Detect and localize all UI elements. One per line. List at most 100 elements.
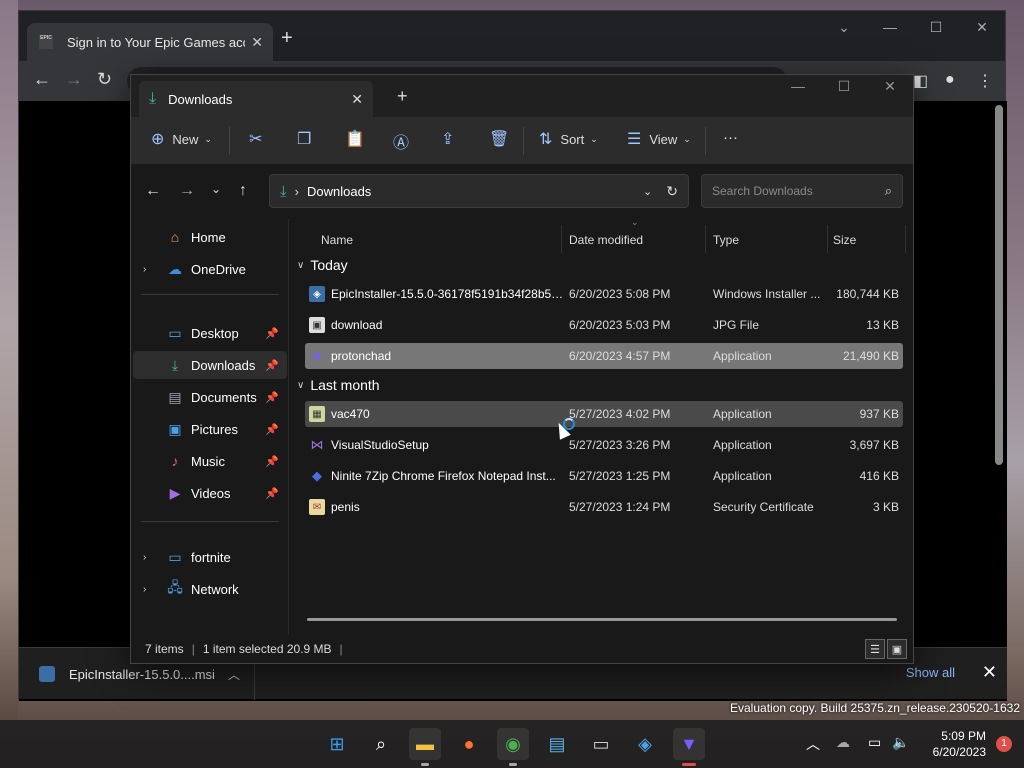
column-divider[interactable]: [905, 225, 906, 253]
browser-tab[interactable]: EPIC Sign in to Your Epic Games accou ✕: [27, 23, 273, 61]
forward-icon[interactable]: →: [65, 69, 83, 90]
notification-badge[interactable]: 1: [996, 736, 1012, 752]
menu-dots-icon[interactable]: ⋮: [977, 71, 993, 91]
close-tab-icon[interactable]: ✕: [351, 91, 363, 108]
volume-icon[interactable]: 🔈: [892, 734, 909, 751]
horizontal-scrollbar[interactable]: [307, 618, 897, 621]
back-icon[interactable]: ←: [145, 182, 161, 200]
nav-item-network[interactable]: › 🖧 Network: [133, 575, 287, 603]
minimize-icon[interactable]: —: [867, 11, 913, 43]
show-hidden-icons-chevron-icon[interactable]: ︿: [806, 734, 820, 754]
account-icon[interactable]: ●: [945, 71, 955, 89]
nav-item-home[interactable]: ⌂ Home: [133, 223, 287, 251]
nav-item-onedrive[interactable]: › ☁ OneDrive: [133, 255, 287, 283]
column-divider[interactable]: [827, 225, 828, 253]
start-icon[interactable]: ⊞: [321, 728, 353, 760]
chrome-icon[interactable]: ◉: [497, 728, 529, 766]
nav-label: Pictures: [191, 421, 238, 437]
close-window-icon[interactable]: ✕: [867, 75, 913, 97]
address-box[interactable]: ⤓ › Downloads ⌄ ↻: [269, 174, 689, 208]
network-icon[interactable]: ▭: [868, 734, 881, 751]
pin-icon[interactable]: 📌: [265, 423, 279, 436]
more-options-button[interactable]: ···: [723, 129, 738, 146]
search-input[interactable]: [712, 184, 885, 198]
delete-icon[interactable]: 🗑: [489, 129, 509, 149]
file-row-selected[interactable]: ▼ protonchad 6/20/2023 4:57 PM Applicati…: [305, 343, 903, 369]
proton-taskbar-icon[interactable]: ▼: [673, 728, 705, 766]
file-row[interactable]: ◈ EpicInstaller-15.5.0-36178f5191b34f28b…: [305, 281, 903, 307]
column-divider[interactable]: [705, 225, 706, 253]
close-tab-icon[interactable]: ✕: [251, 34, 263, 51]
cut-icon[interactable]: ✂: [249, 129, 262, 149]
view-button[interactable]: ☰ View ⌄: [627, 129, 691, 149]
clock[interactable]: 5:09 PM 6/20/2023: [933, 728, 986, 760]
explorer-tab[interactable]: ⤓ Downloads ✕: [139, 81, 373, 117]
details-view-icon[interactable]: ☰: [865, 639, 885, 659]
share-icon[interactable]: ⇪: [441, 129, 454, 149]
column-header-name[interactable]: Name: [321, 233, 353, 247]
new-tab-button[interactable]: +: [281, 27, 293, 50]
tab-search-icon[interactable]: ⌄: [821, 11, 867, 43]
expand-chevron-icon[interactable]: ›: [143, 584, 159, 595]
file-size: 13 KB: [866, 318, 899, 332]
column-divider[interactable]: [561, 225, 562, 253]
firefox-icon[interactable]: ●: [453, 728, 485, 760]
nav-item-videos[interactable]: ▶ Videos 📌: [133, 479, 287, 507]
sort-button[interactable]: ⇅ Sort ⌄: [539, 129, 598, 149]
expand-chevron-icon[interactable]: ›: [143, 264, 159, 275]
maximize-icon[interactable]: ☐: [913, 11, 959, 43]
refresh-icon[interactable]: ↻: [666, 183, 678, 200]
back-icon[interactable]: ←: [33, 69, 51, 90]
minimize-icon[interactable]: —: [775, 75, 821, 97]
show-all-link[interactable]: Show all: [906, 665, 955, 680]
file-row[interactable]: ⋈ VisualStudioSetup 5/27/2023 3:26 PM Ap…: [305, 432, 903, 458]
close-download-shelf-icon[interactable]: ✕: [982, 662, 997, 683]
forward-icon[interactable]: →: [179, 182, 195, 200]
file-row[interactable]: ✉ penis 5/27/2023 1:24 PM Security Certi…: [305, 494, 903, 520]
column-header-date[interactable]: Date modified: [569, 233, 643, 247]
nav-item-fortnite[interactable]: › ▭ fortnite: [133, 543, 287, 571]
pin-icon[interactable]: 📌: [265, 327, 279, 340]
nav-item-documents[interactable]: ▤ Documents 📌: [133, 383, 287, 411]
notepad-icon[interactable]: ▤: [541, 728, 573, 760]
chevron-up-icon[interactable]: ︿: [228, 666, 240, 683]
pin-icon[interactable]: 📌: [265, 391, 279, 404]
nav-item-desktop[interactable]: ▭ Desktop 📌: [133, 319, 287, 347]
column-header-size[interactable]: Size: [833, 233, 856, 247]
file-row[interactable]: ◆ Ninite 7Zip Chrome Firefox Notepad Ins…: [305, 463, 903, 489]
group-header-today[interactable]: ∨ Today: [297, 257, 348, 273]
up-icon[interactable]: ↑: [239, 182, 247, 200]
terminal-icon[interactable]: ▭: [585, 728, 617, 760]
browser-scrollbar[interactable]: [995, 105, 1003, 465]
rename-icon[interactable]: Ⓐ: [393, 129, 409, 153]
sidebar-icon[interactable]: ◧: [913, 71, 928, 91]
recent-locations-icon[interactable]: ⌄: [211, 182, 221, 196]
close-window-icon[interactable]: ✕: [959, 11, 1005, 43]
new-tab-button[interactable]: +: [397, 86, 408, 107]
search-box[interactable]: ⌕: [701, 174, 903, 208]
tiles-view-icon[interactable]: ▣: [887, 639, 907, 659]
file-explorer-icon[interactable]: ▬: [409, 728, 441, 766]
installer-taskbar-icon[interactable]: ◈: [629, 728, 661, 760]
file-row-hovered[interactable]: ▦ vac470 5/27/2023 4:02 PM Application 9…: [305, 401, 903, 427]
pin-icon[interactable]: 📌: [265, 359, 279, 372]
reload-icon[interactable]: ↻: [97, 69, 112, 90]
nav-item-music[interactable]: ♪ Music 📌: [133, 447, 287, 475]
copy-icon[interactable]: ❐: [297, 129, 311, 149]
expand-chevron-icon[interactable]: ›: [143, 552, 159, 563]
nav-item-pictures[interactable]: ▣ Pictures 📌: [133, 415, 287, 443]
paste-icon[interactable]: 📋: [345, 129, 365, 149]
group-header-last-month[interactable]: ∨ Last month: [297, 377, 380, 393]
search-icon[interactable]: ⌕: [365, 728, 397, 760]
chevron-down-icon[interactable]: ⌄: [643, 185, 652, 198]
pin-icon[interactable]: 📌: [265, 455, 279, 468]
file-size: 21,490 KB: [842, 349, 899, 363]
pin-icon[interactable]: 📌: [265, 487, 279, 500]
column-header-type[interactable]: Type: [713, 233, 739, 247]
breadcrumb-downloads[interactable]: Downloads: [307, 184, 643, 199]
file-row[interactable]: ▣ download 6/20/2023 5:03 PM JPG File 13…: [305, 312, 903, 338]
new-button[interactable]: ⊕ New ⌄: [151, 129, 212, 149]
cloud-sync-icon[interactable]: ☁: [836, 734, 850, 751]
nav-item-downloads[interactable]: ⤓ Downloads 📌: [133, 351, 287, 379]
maximize-icon[interactable]: ☐: [821, 75, 867, 97]
